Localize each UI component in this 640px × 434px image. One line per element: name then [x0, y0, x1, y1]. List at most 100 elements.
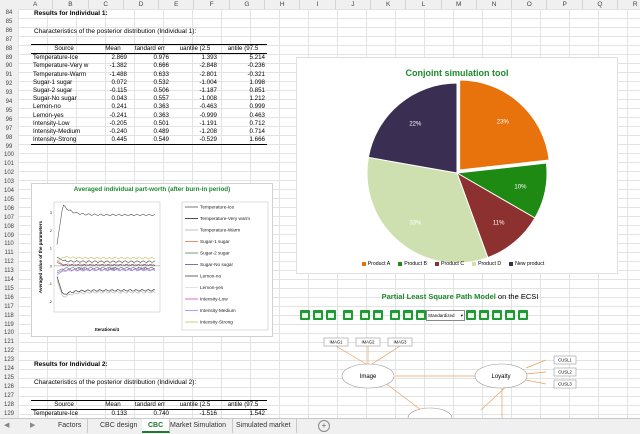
- table-cell[interactable]: -1.382: [97, 62, 129, 70]
- column-header-Q[interactable]: Q: [583, 0, 619, 9]
- table-cell[interactable]: 0.501: [129, 120, 171, 128]
- row-header[interactable]: 122: [0, 347, 18, 356]
- run-icon[interactable]: [343, 310, 353, 320]
- row-header[interactable]: 99: [0, 143, 18, 152]
- group-icon[interactable]: [360, 310, 370, 320]
- table-cell[interactable]: -0.463: [171, 103, 219, 111]
- column-header-P[interactable]: P: [548, 0, 583, 9]
- row-header[interactable]: 123: [0, 356, 18, 365]
- row-header[interactable]: 95: [0, 107, 18, 116]
- column-header-R[interactable]: R: [618, 0, 640, 9]
- table-cell[interactable]: 0.072: [97, 79, 129, 87]
- table-cell[interactable]: -2.801: [171, 71, 219, 79]
- row-header[interactable]: 87: [0, 36, 18, 45]
- column-header-G[interactable]: G: [230, 0, 266, 9]
- table-cell[interactable]: 1.212: [219, 95, 267, 103]
- row-header[interactable]: 105: [0, 196, 18, 205]
- table-cell[interactable]: 0.532: [129, 79, 171, 87]
- table-cell[interactable]: 1.666: [219, 136, 267, 145]
- row-header[interactable]: 110: [0, 240, 18, 249]
- table-cell[interactable]: 5.214: [219, 54, 267, 63]
- latent-satisfaction[interactable]: [407, 407, 453, 418]
- table-icon[interactable]: [373, 310, 383, 320]
- pie-slice[interactable]: [367, 82, 458, 174]
- row-header[interactable]: 98: [0, 134, 18, 143]
- part-worth-line-chart[interactable]: Averaged individual part-worth (after bu…: [31, 183, 273, 337]
- table-cell[interactable]: Intensity-Low: [31, 120, 97, 128]
- row-header[interactable]: 96: [0, 116, 18, 125]
- diagram-icon[interactable]: [300, 310, 310, 320]
- row-header[interactable]: 109: [0, 232, 18, 241]
- row-header[interactable]: 112: [0, 258, 18, 267]
- row-header[interactable]: 104: [0, 187, 18, 196]
- table-cell[interactable]: 0.999: [219, 103, 267, 111]
- row-header[interactable]: 88: [0, 45, 18, 54]
- row-header[interactable]: 119: [0, 321, 18, 330]
- table-cell[interactable]: 1.098: [219, 79, 267, 87]
- table-cell[interactable]: -1.191: [171, 120, 219, 128]
- row-header[interactable]: 94: [0, 98, 18, 107]
- pls-path-diagram[interactable]: IMAG1 IMAG2 IMAG3 Image Loyalty CUSL1 CUSL2 CUS…: [296, 330, 636, 418]
- next-sheet-icon[interactable]: ▶: [30, 421, 35, 429]
- table-cell[interactable]: 1.393: [171, 54, 219, 63]
- model-icon[interactable]: [326, 310, 336, 320]
- table-cell[interactable]: -0.321: [219, 71, 267, 79]
- play-icon[interactable]: [518, 310, 528, 320]
- table-cell[interactable]: 0.506: [129, 87, 171, 95]
- column-header-I[interactable]: I: [300, 0, 336, 9]
- list-icon[interactable]: [505, 310, 515, 320]
- column-header-L[interactable]: L: [406, 0, 442, 9]
- row-header[interactable]: 124: [0, 365, 18, 374]
- row-header[interactable]: 114: [0, 276, 18, 285]
- table-cell[interactable]: 0.549: [129, 136, 171, 145]
- table-cell[interactable]: Temperature-Very w: [31, 62, 97, 70]
- sheet-tab[interactable]: CBC design: [94, 419, 145, 433]
- column-header-O[interactable]: O: [512, 0, 548, 9]
- table-cell[interactable]: -1.008: [171, 95, 219, 103]
- table-cell[interactable]: 0.976: [129, 54, 171, 63]
- column-header-E[interactable]: E: [159, 0, 195, 9]
- print-icon[interactable]: [416, 310, 426, 320]
- standardization-dropdown[interactable]: Standardized ▾: [426, 310, 465, 321]
- row-header[interactable]: 107: [0, 214, 18, 223]
- table-cell[interactable]: 0.633: [129, 71, 171, 79]
- row-header[interactable]: 120: [0, 329, 18, 338]
- row-header[interactable]: 118: [0, 312, 18, 321]
- row-header[interactable]: 127: [0, 392, 18, 401]
- table-cell[interactable]: -0.999: [171, 112, 219, 120]
- table-cell[interactable]: -0.115: [97, 87, 129, 95]
- table-cell[interactable]: -2.848: [171, 62, 219, 70]
- table-cell[interactable]: 0.851: [219, 87, 267, 95]
- row-header[interactable]: 115: [0, 285, 18, 294]
- row-header[interactable]: 86: [0, 27, 18, 36]
- row-header[interactable]: 102: [0, 169, 18, 178]
- row-header[interactable]: 90: [0, 62, 18, 71]
- save-icon[interactable]: [313, 310, 323, 320]
- table-cell[interactable]: Sugar-No sugar: [31, 95, 97, 103]
- row-header[interactable]: 85: [0, 18, 18, 27]
- column-header-J[interactable]: J: [336, 0, 371, 9]
- table-cell[interactable]: Intensity-Strong: [31, 136, 97, 145]
- row-header[interactable]: 106: [0, 205, 18, 214]
- column-header-B[interactable]: B: [53, 0, 89, 9]
- column-header-A[interactable]: A: [18, 0, 54, 9]
- row-header[interactable]: 92: [0, 80, 18, 89]
- table-cell[interactable]: Lemon-yes: [31, 112, 97, 120]
- row-header[interactable]: 84: [0, 9, 18, 18]
- row-header[interactable]: 111: [0, 249, 18, 258]
- row-header[interactable]: 103: [0, 178, 18, 187]
- table-cell[interactable]: 2.869: [97, 54, 129, 63]
- table-cell[interactable]: 0.445: [97, 136, 129, 145]
- table-cell[interactable]: 0.241: [97, 103, 129, 111]
- row-header[interactable]: 101: [0, 160, 18, 169]
- table-cell[interactable]: 0.043: [97, 95, 129, 103]
- add-sheet-icon[interactable]: +: [318, 420, 330, 432]
- row-header[interactable]: 117: [0, 303, 18, 312]
- table-cell[interactable]: Intensity-Medium: [31, 128, 97, 136]
- row-header[interactable]: 108: [0, 223, 18, 232]
- table-cell[interactable]: 0.557: [129, 95, 171, 103]
- table-cell[interactable]: -1.004: [171, 79, 219, 87]
- table-cell[interactable]: 0.363: [129, 112, 171, 120]
- sheet-tab[interactable]: Factors: [52, 419, 89, 433]
- settings-icon[interactable]: [466, 310, 476, 320]
